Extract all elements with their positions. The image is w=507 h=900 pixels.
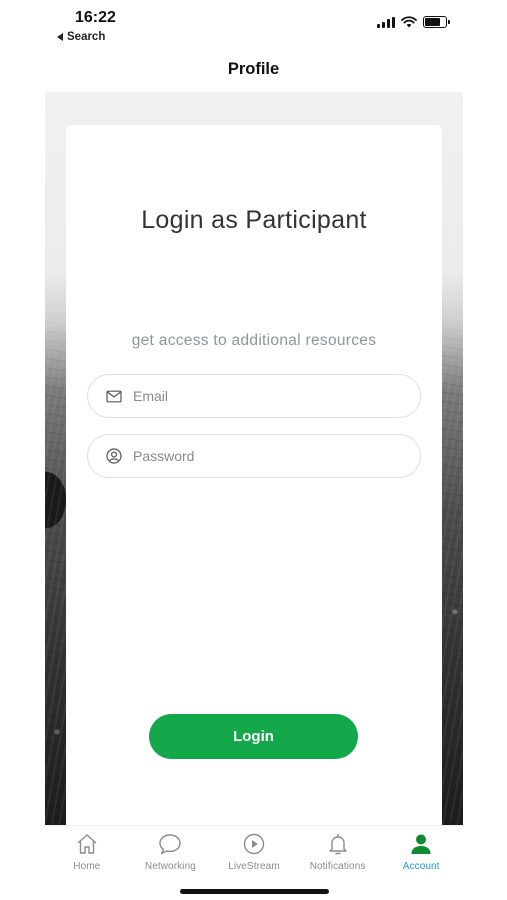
tab-bar: Home Networking LiveStream Notifications bbox=[45, 825, 463, 875]
status-time: 16:22 bbox=[75, 9, 116, 26]
play-circle-icon bbox=[242, 831, 266, 857]
chat-bubble-icon bbox=[157, 831, 183, 857]
tab-livestream[interactable]: LiveStream bbox=[214, 826, 294, 875]
home-icon bbox=[75, 831, 99, 857]
login-button[interactable]: Login bbox=[149, 714, 358, 759]
login-card: Login as Participant get access to addit… bbox=[66, 125, 442, 835]
tab-home-label: Home bbox=[73, 861, 101, 872]
person-icon bbox=[409, 831, 433, 857]
page-title: Profile bbox=[227, 60, 280, 78]
battery-icon bbox=[423, 16, 450, 28]
bell-icon bbox=[326, 831, 350, 857]
home-indicator bbox=[180, 889, 329, 894]
back-label: Search bbox=[67, 31, 106, 43]
mail-icon bbox=[105, 387, 123, 405]
signal-icon bbox=[377, 16, 395, 28]
password-field[interactable] bbox=[87, 434, 421, 478]
email-field[interactable] bbox=[87, 374, 421, 418]
tab-home[interactable]: Home bbox=[47, 826, 127, 875]
user-circle-icon bbox=[105, 447, 123, 465]
tab-account-label: Account bbox=[402, 861, 440, 872]
status-icons bbox=[377, 16, 450, 28]
login-title: Login as Participant bbox=[141, 206, 367, 234]
login-subtitle: get access to additional resources bbox=[131, 332, 377, 349]
back-arrow-icon bbox=[57, 33, 63, 41]
tab-livestream-label: LiveStream bbox=[228, 861, 280, 872]
password-input[interactable] bbox=[133, 448, 393, 464]
tab-networking-label: Networking bbox=[144, 861, 196, 872]
email-input[interactable] bbox=[133, 388, 393, 404]
back-to-search-link[interactable]: Search bbox=[57, 31, 105, 43]
tab-networking[interactable]: Networking bbox=[130, 826, 210, 875]
tab-account[interactable]: Account bbox=[381, 826, 461, 875]
tab-notifications-label: Notifications bbox=[309, 861, 366, 872]
wifi-icon bbox=[401, 16, 417, 28]
tab-notifications[interactable]: Notifications bbox=[298, 826, 378, 875]
